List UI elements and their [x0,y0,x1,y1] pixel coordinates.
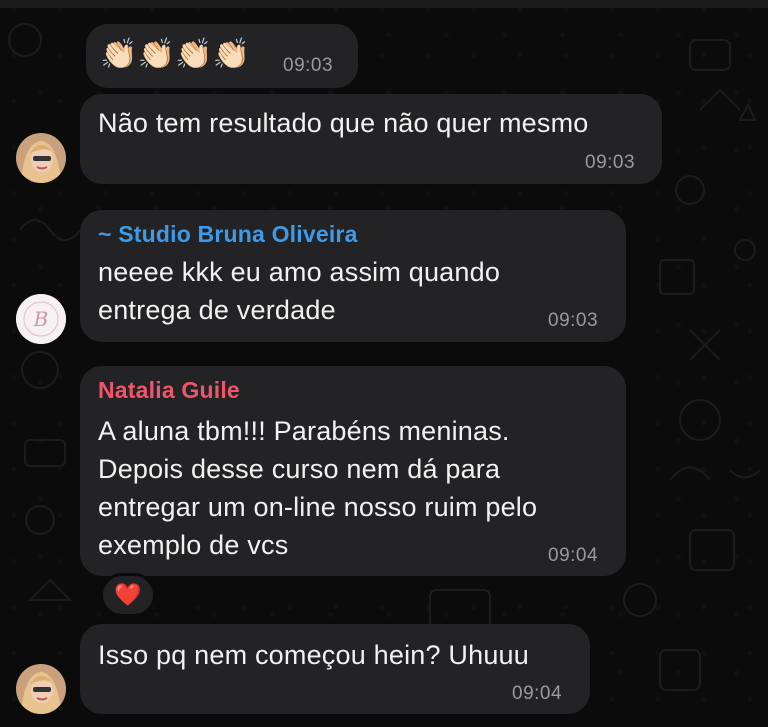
sender-avatar[interactable] [16,664,66,714]
message-time: 09:03 [283,55,334,76]
sender-name[interactable]: ~ Studio Bruna Oliveira [98,221,358,248]
message-time: 09:03 [548,310,599,331]
studio-logo-icon: B [16,294,66,344]
message-time: 09:03 [585,152,636,173]
message-text: Isso pq nem começou hein? Uhuuu [98,640,529,670]
avatar-photo-icon [16,664,66,714]
reaction-badge[interactable]: ❤️ [100,573,156,617]
sender-avatar-studio[interactable]: B [16,294,66,344]
avatar-photo-icon [16,133,66,183]
message-time: 09:04 [548,545,599,566]
clap-emoji-row: 👏🏻👏🏻👏🏻👏🏻 [100,37,251,72]
message-text: Não tem resultado que não quer mesmo [98,108,589,138]
message-text: A aluna tbm!!! Parabéns meninas. Depois … [98,416,538,560]
heart-icon: ❤️ [114,582,142,608]
message-text: neeee kkk eu amo assim quando entrega de… [98,257,501,325]
chat-view: 👏🏻👏🏻👏🏻👏🏻 09:03 Não tem resultado que não… [0,0,768,727]
sender-avatar[interactable] [16,133,66,183]
svg-text:B: B [33,307,49,331]
sender-name[interactable]: Natalia Guile [98,377,240,404]
message-time: 09:04 [512,683,563,704]
top-edge [0,0,768,8]
